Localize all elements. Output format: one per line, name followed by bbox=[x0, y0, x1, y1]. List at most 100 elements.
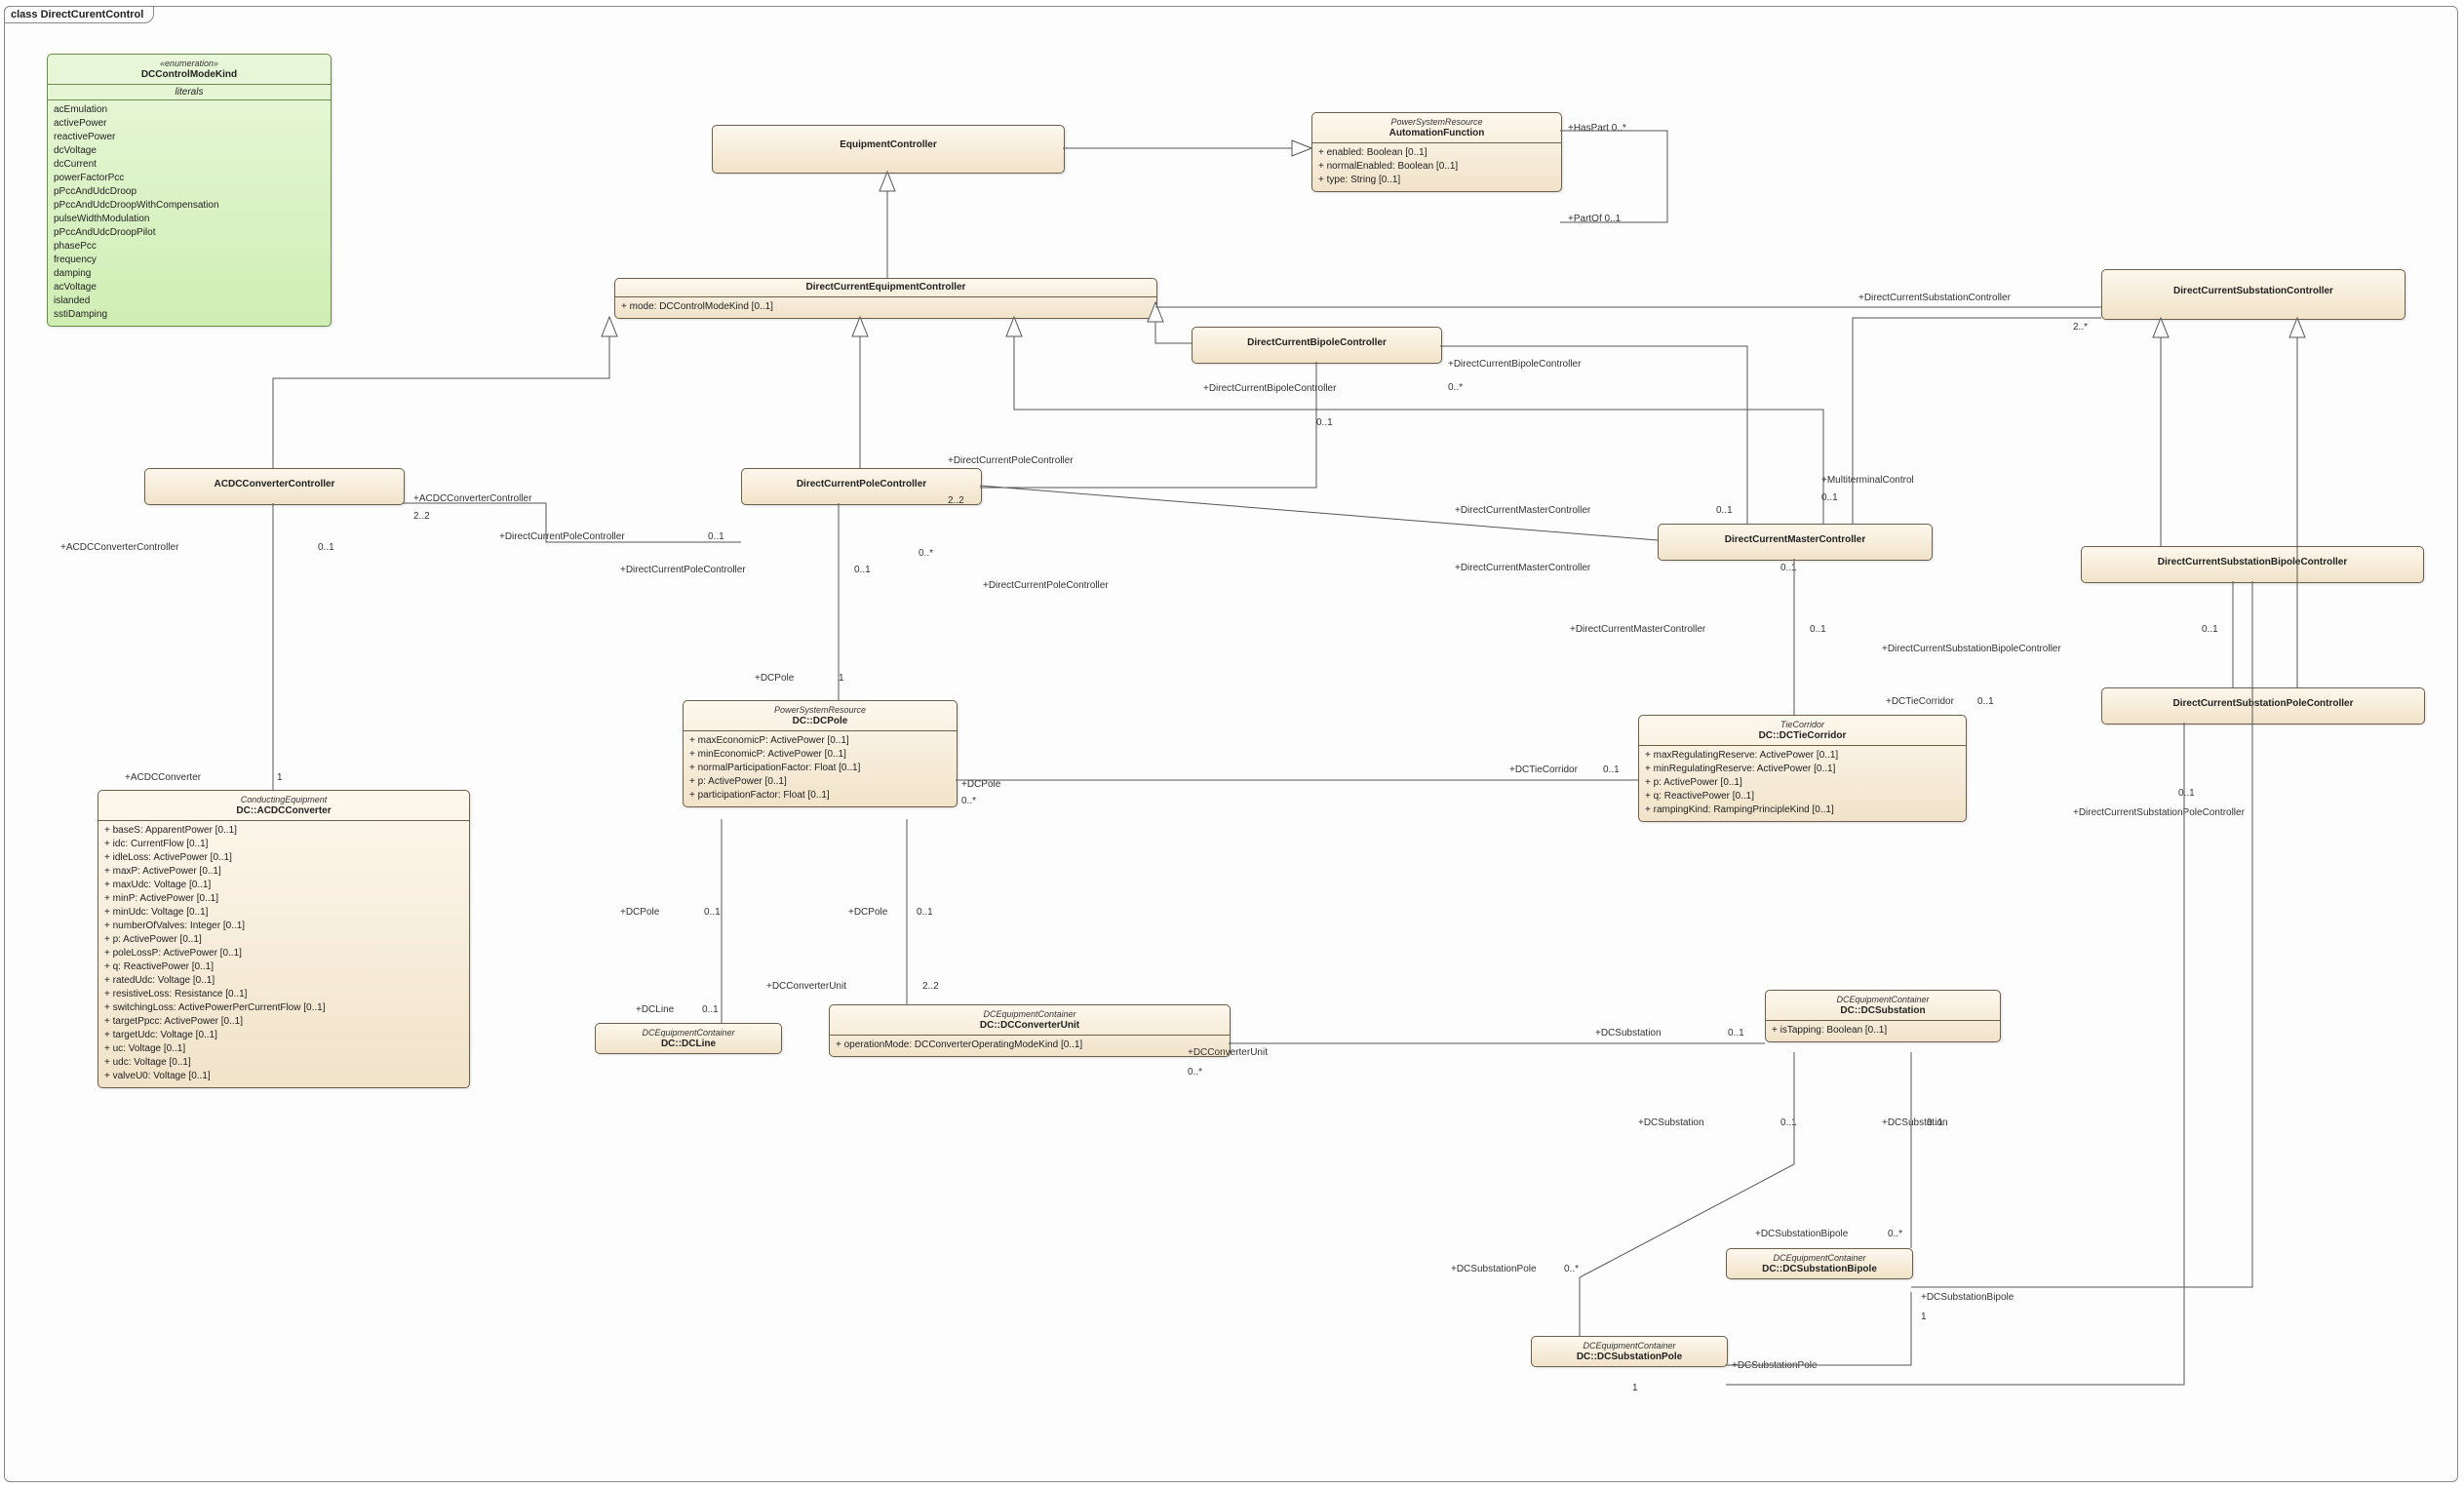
role-label: 1 bbox=[277, 772, 283, 783]
class-attr: + maxRegulatingReserve: ActivePower [0..… bbox=[1645, 749, 1960, 763]
class-name: DC::DCSubstation bbox=[1770, 1005, 1996, 1017]
class-attr: + minRegulatingReserve: ActivePower [0..… bbox=[1645, 763, 1960, 776]
class-name: DirectCurrentSubstationPoleController bbox=[2106, 698, 2420, 710]
enum-literal: pPccAndUdcDroop bbox=[54, 185, 325, 199]
class-attr: + q: ReactivePower [0..1] bbox=[104, 960, 463, 974]
role-label: 0..1 bbox=[1603, 764, 1620, 775]
enum-literal: frequency bbox=[54, 254, 325, 267]
class-attr: + minP: ActivePower [0..1] bbox=[104, 892, 463, 906]
role-label: 0..1 bbox=[917, 907, 933, 918]
role-label: +DirectCurrentBipoleController bbox=[1448, 359, 1581, 370]
class-name: DC::ACDCConverter bbox=[102, 805, 465, 817]
class-name: DC::DCSubstationBipole bbox=[1731, 1264, 1908, 1275]
role-label: 0..1 bbox=[1316, 417, 1333, 428]
role-label: +DCTieCorridor bbox=[1509, 764, 1578, 775]
class-attr: + p: ActivePower [0..1] bbox=[1645, 776, 1960, 790]
role-label: 2..2 bbox=[413, 511, 430, 522]
role-label: +DCSubstation bbox=[1638, 1117, 1704, 1128]
role-label: +DCLine bbox=[636, 1004, 674, 1015]
enum-name: DCControlModeKind bbox=[52, 69, 327, 81]
class-stereotype: DCEquipmentContainer bbox=[1536, 1340, 1723, 1352]
role-label: 0..1 bbox=[2178, 788, 2195, 799]
class-acdc-converter: ConductingEquipment DC::ACDCConverter + … bbox=[98, 790, 470, 1088]
enum-literal: phasePcc bbox=[54, 240, 325, 254]
role-label: +ACDCConverterController bbox=[60, 542, 178, 553]
class-equipment-controller: EquipmentController bbox=[712, 125, 1065, 174]
class-attr: + switchingLoss: ActivePowerPerCurrentFl… bbox=[104, 1001, 463, 1015]
class-attr: + maxP: ActivePower [0..1] bbox=[104, 865, 463, 879]
role-label: +DirectCurrentMasterController bbox=[1570, 624, 1705, 635]
enum-literal: powerFactorPcc bbox=[54, 172, 325, 185]
enum-literal: islanded bbox=[54, 294, 325, 308]
class-dc-substationpole: DCEquipmentContainer DC::DCSubstationPol… bbox=[1531, 1336, 1728, 1367]
role-label: +DCPole bbox=[961, 779, 1000, 790]
class-name: DirectCurrentPoleController bbox=[746, 479, 977, 490]
class-attr: + normalEnabled: Boolean [0..1] bbox=[1318, 160, 1555, 174]
class-attr: + q: ReactivePower [0..1] bbox=[1645, 790, 1960, 803]
frame-keyword: class bbox=[11, 9, 38, 20]
role-label: 0..1 bbox=[854, 565, 871, 575]
role-label: 0..1 bbox=[708, 531, 724, 542]
role-label: +DCTieCorridor bbox=[1886, 696, 1954, 707]
role-label: 0..1 bbox=[1780, 563, 1797, 573]
class-attr: + idleLoss: ActivePower [0..1] bbox=[104, 851, 463, 865]
class-name: DC::DCConverterUnit bbox=[834, 1020, 1226, 1032]
class-dc-subbipole-controller: DirectCurrentSubstationBipoleController bbox=[2081, 546, 2424, 583]
class-dc-equipment-controller: DirectCurrentEquipmentController + mode:… bbox=[614, 278, 1157, 319]
role-label: +HasPart 0..* bbox=[1568, 123, 1626, 134]
enum-literal: activePower bbox=[54, 117, 325, 131]
class-attr: + isTapping: Boolean [0..1] bbox=[1772, 1024, 1994, 1038]
role-label: 0..1 bbox=[1780, 1117, 1797, 1128]
role-label: 0..* bbox=[919, 548, 933, 559]
diagram-canvas: class DirectCurentControl «enumeration» … bbox=[0, 0, 2464, 1489]
class-stereotype: ConductingEquipment bbox=[102, 794, 465, 805]
frame-title: DirectCurentControl bbox=[41, 9, 144, 20]
role-label: 2..2 bbox=[922, 981, 939, 992]
class-attr: + p: ActivePower [0..1] bbox=[689, 775, 951, 789]
class-name: AutomationFunction bbox=[1316, 128, 1557, 139]
role-label: 0..* bbox=[1564, 1264, 1579, 1274]
enum-literal: damping bbox=[54, 267, 325, 281]
class-attr: + minUdc: Voltage [0..1] bbox=[104, 906, 463, 920]
role-label: +DCPole bbox=[755, 673, 794, 684]
enum-literal: acVoltage bbox=[54, 281, 325, 294]
role-label: 0..1 bbox=[1821, 492, 1838, 503]
class-dc-pole: PowerSystemResource DC::DCPole + maxEcon… bbox=[683, 700, 958, 807]
class-attr: + targetPpcc: ActivePower [0..1] bbox=[104, 1015, 463, 1029]
role-label: +DirectCurrentPoleController bbox=[620, 565, 746, 575]
role-label: +DirectCurrentSubstationController bbox=[1858, 293, 2011, 303]
class-dc-tiecorridor: TieCorridor DC::DCTieCorridor + maxRegul… bbox=[1638, 715, 1967, 822]
role-label: 0..1 bbox=[1810, 624, 1826, 635]
class-attr: + participationFactor: Float [0..1] bbox=[689, 789, 951, 803]
role-label: +DCConverterUnit bbox=[1188, 1047, 1268, 1058]
class-attr: + poleLossP: ActivePower [0..1] bbox=[104, 947, 463, 960]
class-stereotype: PowerSystemResource bbox=[1316, 116, 1557, 128]
class-name: DirectCurrentSubstationController bbox=[2106, 286, 2401, 297]
role-label: 0..* bbox=[1448, 382, 1463, 393]
class-attr: + rampingKind: RampingPrincipleKind [0..… bbox=[1645, 803, 1960, 817]
class-attr: + targetUdc: Voltage [0..1] bbox=[104, 1029, 463, 1042]
role-label: 0..1 bbox=[702, 1004, 719, 1015]
class-attr: + idc: CurrentFlow [0..1] bbox=[104, 838, 463, 851]
role-label: +DCSubstationBipole bbox=[1755, 1229, 1848, 1239]
class-stereotype: DCEquipmentContainer bbox=[600, 1027, 777, 1038]
role-label: +DirectCurrentPoleController bbox=[983, 580, 1109, 591]
enum-literal: reactivePower bbox=[54, 131, 325, 144]
role-label: 0..1 bbox=[2202, 624, 2218, 635]
class-attr: + maxUdc: Voltage [0..1] bbox=[104, 879, 463, 892]
class-dc-line: DCEquipmentContainer DC::DCLine bbox=[595, 1023, 782, 1054]
enum-dccontrolmodekind: «enumeration» DCControlModeKind literals… bbox=[47, 54, 332, 327]
role-label: +DCPole bbox=[848, 907, 887, 918]
class-name: DC::DCPole bbox=[687, 716, 953, 727]
role-label: +DirectCurrentMasterController bbox=[1455, 563, 1590, 573]
role-label: 1 bbox=[1632, 1383, 1638, 1393]
enum-literal: dcCurrent bbox=[54, 158, 325, 172]
role-label: 0..1 bbox=[1927, 1117, 1943, 1128]
role-label: +DirectCurrentBipoleController bbox=[1203, 383, 1336, 394]
class-attr: + udc: Voltage [0..1] bbox=[104, 1056, 463, 1070]
class-dc-substation: DCEquipmentContainer DC::DCSubstation + … bbox=[1765, 990, 2001, 1042]
role-label: 2..2 bbox=[948, 495, 964, 506]
class-stereotype: DCEquipmentContainer bbox=[1731, 1252, 1908, 1264]
role-label: +ACDCConverterController bbox=[413, 493, 531, 504]
class-name: DirectCurrentMasterController bbox=[1662, 534, 1928, 546]
